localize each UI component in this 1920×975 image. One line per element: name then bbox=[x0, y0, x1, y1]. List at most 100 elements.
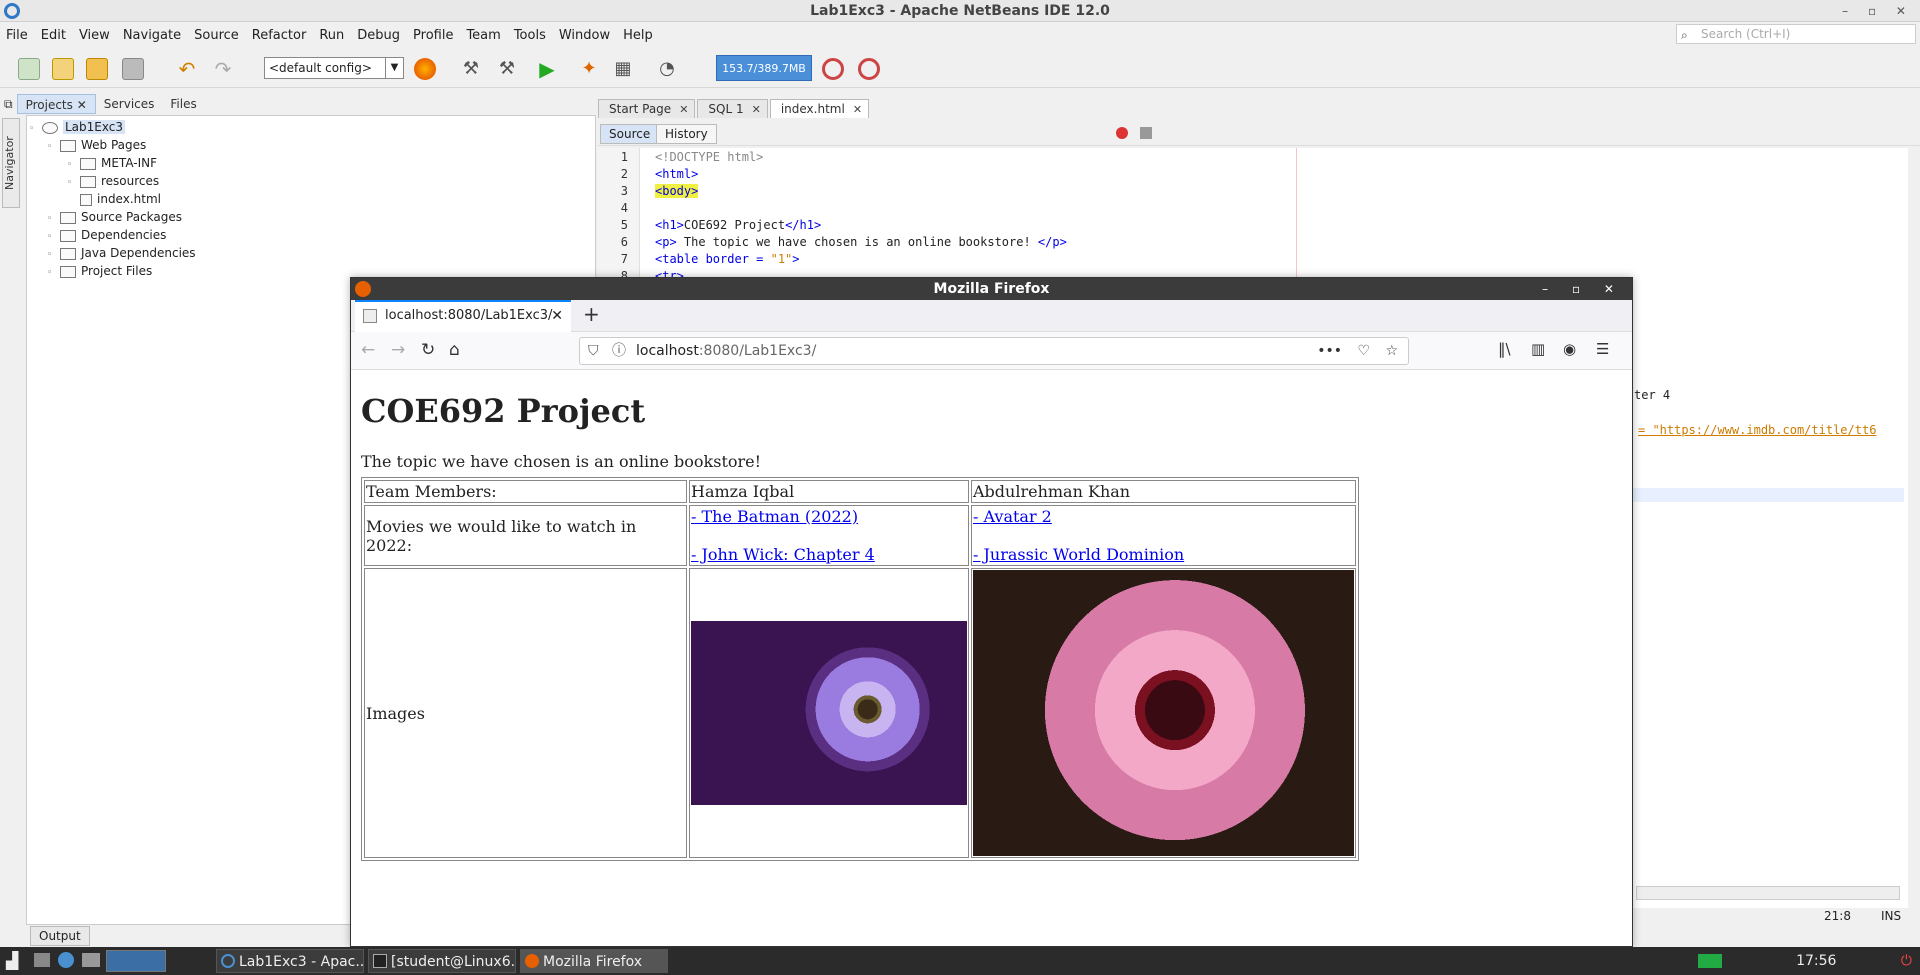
close-icon[interactable]: ✕ bbox=[679, 103, 688, 116]
url-bar[interactable]: ⛉ ⓘ localhost:8080/Lab1Exc3/ ••• ♡ ☆ bbox=[579, 337, 1409, 365]
line-number: 7 bbox=[620, 252, 628, 266]
desktop-icon[interactable] bbox=[34, 953, 50, 967]
new-file-icon[interactable] bbox=[18, 58, 40, 80]
close-icon[interactable]: ✕ bbox=[752, 103, 761, 116]
start-menu-icon[interactable]: ▟ bbox=[6, 951, 18, 970]
navigator-tab[interactable]: Navigator bbox=[2, 118, 20, 208]
browser-launcher-icon[interactable] bbox=[58, 952, 74, 968]
menu-file[interactable]: File bbox=[6, 28, 28, 43]
config-select[interactable]: <default config> ▼ bbox=[264, 57, 404, 79]
tree-item-source-packages[interactable]: ◦ Source Packages bbox=[47, 208, 182, 226]
file-manager-icon[interactable] bbox=[82, 953, 100, 967]
close-icon[interactable]: ✕ bbox=[77, 98, 87, 112]
table-cell bbox=[689, 568, 969, 858]
power-icon[interactable]: ⏻ bbox=[1901, 947, 1912, 975]
task-firefox[interactable]: Mozilla Firefox bbox=[520, 949, 668, 973]
browser-icon[interactable] bbox=[414, 58, 436, 80]
tree-item-index-html[interactable]: index.html bbox=[67, 190, 161, 208]
stop-macro-icon[interactable] bbox=[1140, 127, 1152, 139]
run-icon[interactable]: ▶ bbox=[536, 58, 558, 80]
new-project-icon[interactable] bbox=[52, 58, 74, 80]
movie-link[interactable]: - Avatar 2 bbox=[973, 507, 1052, 526]
movie-link[interactable]: - Jurassic World Dominion bbox=[973, 545, 1184, 564]
tree-item-java-dependencies[interactable]: ◦ Java Dependencies bbox=[47, 244, 196, 262]
menu-team[interactable]: Team bbox=[466, 28, 500, 43]
workspace-switcher[interactable] bbox=[106, 950, 166, 972]
menu-debug[interactable]: Debug bbox=[357, 28, 400, 43]
close-icon[interactable]: ✕ bbox=[853, 103, 862, 116]
tree-label: Web Pages bbox=[81, 138, 147, 152]
ide-title: Lab1Exc3 - Apache NetBeans IDE 12.0 bbox=[810, 3, 1110, 19]
taskbar: ▟ Lab1Exc3 - Apac... [student@Linux6... … bbox=[0, 947, 1920, 975]
tree-item-dependencies[interactable]: ◦ Dependencies bbox=[47, 226, 166, 244]
undo-icon[interactable]: ↶ bbox=[176, 58, 198, 80]
forward-icon[interactable]: → bbox=[391, 340, 405, 360]
url-host: localhost bbox=[636, 343, 699, 359]
project-panel-tabs: ⧉ Projects ✕ Services Files bbox=[0, 94, 596, 114]
library-icon[interactable]: ‖\ bbox=[1498, 340, 1511, 358]
back-icon[interactable]: ← bbox=[361, 340, 375, 360]
movie-link[interactable]: - The Batman (2022) bbox=[691, 507, 858, 526]
tab-index-html[interactable]: index.html ✕ bbox=[769, 99, 870, 118]
tab-sql-1[interactable]: SQL 1 ✕ bbox=[697, 99, 768, 118]
account-icon[interactable]: ◉ bbox=[1563, 340, 1576, 358]
memory-indicator[interactable]: 153.7/389.7MB bbox=[716, 55, 812, 81]
task-netbeans[interactable]: Lab1Exc3 - Apac... bbox=[216, 949, 364, 973]
profile-ide-icon[interactable] bbox=[858, 58, 880, 80]
window-controls[interactable]: – ▫ ✕ bbox=[1542, 278, 1624, 300]
tree-item-meta-inf[interactable]: ◦ META-INF bbox=[67, 154, 157, 172]
reload-icon[interactable]: ↻ bbox=[421, 340, 435, 360]
gc-icon[interactable] bbox=[822, 58, 844, 80]
menu-help[interactable]: Help bbox=[623, 28, 653, 43]
movie-link[interactable]: - John Wick: Chapter 4 bbox=[691, 545, 875, 564]
build-icon[interactable]: ⚒ bbox=[460, 58, 482, 80]
ide-search-input[interactable]: ⌕ Search (Ctrl+I) bbox=[1676, 24, 1916, 44]
close-tab-icon[interactable]: ✕ bbox=[551, 302, 563, 330]
menu-view[interactable]: View bbox=[79, 28, 110, 43]
editor-hscrollbar[interactable] bbox=[1636, 886, 1900, 900]
editor-status-bar: 21:8 INS bbox=[1636, 906, 1920, 926]
source-button[interactable]: Source bbox=[600, 124, 660, 144]
menu-tools[interactable]: Tools bbox=[514, 28, 546, 43]
menu-profile[interactable]: Profile bbox=[413, 28, 453, 43]
home-icon[interactable]: ⌂ bbox=[449, 340, 460, 360]
tree-item-project[interactable]: ◦ Lab1Exc3 bbox=[29, 118, 125, 136]
menu-source[interactable]: Source bbox=[194, 28, 239, 43]
browser-tab[interactable]: localhost:8080/Lab1Exc3/ ✕ bbox=[355, 300, 571, 332]
menu-window[interactable]: Window bbox=[559, 28, 610, 43]
redo-icon[interactable]: ↷ bbox=[212, 58, 234, 80]
menu-run[interactable]: Run bbox=[319, 28, 344, 43]
task-terminal[interactable]: [student@Linux6... bbox=[368, 949, 516, 973]
gauge-icon[interactable]: ◔ bbox=[656, 58, 678, 80]
save-all-icon[interactable] bbox=[122, 58, 144, 80]
clean-build-icon[interactable]: ⚒ bbox=[496, 58, 518, 80]
sidebar-icon[interactable]: ▥ bbox=[1531, 340, 1545, 358]
tree-item-web-pages[interactable]: ◦ Web Pages bbox=[47, 136, 146, 154]
menu-refactor[interactable]: Refactor bbox=[252, 28, 307, 43]
output-tab[interactable]: Output bbox=[30, 926, 90, 946]
tab-services[interactable]: Services bbox=[96, 94, 163, 114]
tab-start-page[interactable]: Start Page ✕ bbox=[598, 99, 696, 118]
restore-panel-icon[interactable]: ⧉ bbox=[0, 94, 17, 114]
table-row: Team Members: Hamza Iqbal Abdulrehman Kh… bbox=[364, 480, 1356, 503]
bookmark-star-icon[interactable]: ☆ bbox=[1385, 338, 1398, 364]
tab-projects[interactable]: Projects ✕ bbox=[16, 94, 96, 114]
window-controls[interactable]: – ▫ ✕ bbox=[1842, 0, 1914, 22]
open-project-icon[interactable] bbox=[86, 58, 108, 80]
clock[interactable]: 17:56 bbox=[1796, 953, 1836, 969]
new-tab-icon[interactable]: + bbox=[583, 302, 600, 326]
tree-item-resources[interactable]: ◦ resources bbox=[67, 172, 159, 190]
debug-icon[interactable]: ✦ bbox=[578, 58, 600, 80]
tree-item-project-files[interactable]: ◦ Project Files bbox=[47, 262, 152, 280]
pocket-icon[interactable]: ♡ bbox=[1357, 338, 1370, 364]
hamburger-menu-icon[interactable]: ☰ bbox=[1596, 340, 1609, 358]
profile-icon[interactable]: ▦ bbox=[612, 58, 634, 80]
menu-navigate[interactable]: Navigate bbox=[123, 28, 181, 43]
menu-edit[interactable]: Edit bbox=[41, 28, 66, 43]
info-icon[interactable]: ⓘ bbox=[612, 338, 626, 364]
history-button[interactable]: History bbox=[656, 124, 717, 144]
page-actions-icon[interactable]: ••• bbox=[1317, 338, 1342, 364]
record-macro-icon[interactable] bbox=[1116, 127, 1128, 139]
code-token: <p> bbox=[655, 235, 677, 249]
tab-files[interactable]: Files bbox=[162, 94, 204, 114]
